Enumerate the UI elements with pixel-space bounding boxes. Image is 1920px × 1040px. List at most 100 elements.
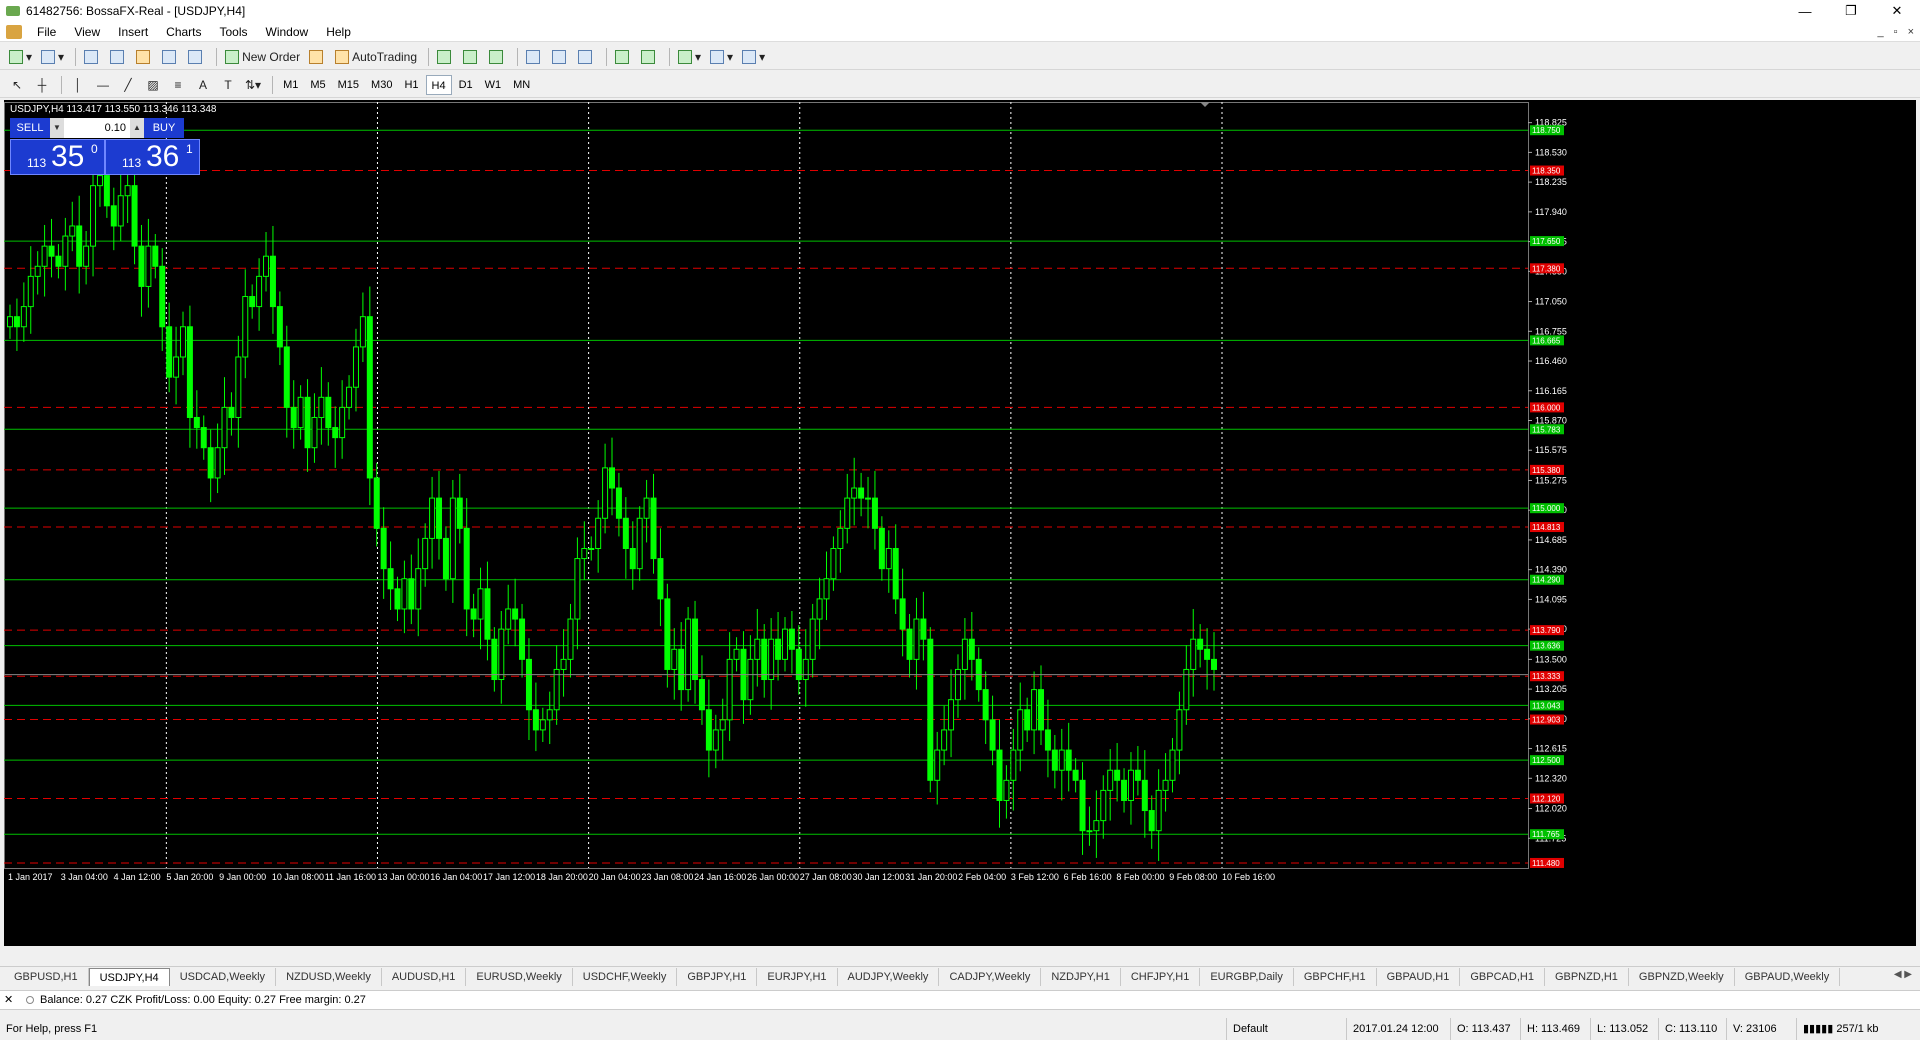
lot-size-input[interactable]: 0.10 [64, 118, 130, 138]
sell-price-box[interactable]: 113 35 0 [10, 139, 105, 175]
maximize-button[interactable]: ❐ [1828, 0, 1874, 22]
minimize-button[interactable]: — [1782, 0, 1828, 22]
chart-tab[interactable]: GBPNZD,H1 [1545, 968, 1629, 986]
equidistant-channel-button[interactable]: ▨ [142, 74, 164, 96]
menu-window[interactable]: Window [257, 22, 318, 42]
mdi-restore-icon[interactable]: ▫ [1894, 22, 1898, 42]
chart-tab[interactable]: USDCHF,Weekly [573, 968, 678, 986]
buy-button[interactable]: BUY [144, 118, 184, 138]
tab-scroll-arrows-icon[interactable]: ◀ ▶ [1894, 969, 1912, 980]
candle [1121, 779, 1128, 801]
menu-charts[interactable]: Charts [157, 22, 210, 42]
timeframe-h4[interactable]: H4 [425, 74, 452, 95]
y-tick-label: 114.095 [1535, 594, 1567, 604]
tile-windows-button[interactable] [575, 46, 598, 68]
strategy-tester-button[interactable] [185, 46, 208, 68]
indicators-button[interactable]: ▾ [675, 46, 704, 68]
text-label-button[interactable]: T [217, 74, 239, 96]
chart-tab[interactable]: GBPCAD,H1 [1460, 968, 1545, 986]
timeframe-d1[interactable]: D1 [454, 75, 478, 95]
chart-tab[interactable]: GBPUSD,H1 [4, 968, 89, 986]
chart-tab[interactable]: AUDUSD,H1 [382, 968, 467, 986]
timeframe-w1[interactable]: W1 [480, 75, 507, 95]
chart-tab[interactable]: CHFJPY,H1 [1121, 968, 1201, 986]
autoscroll-button[interactable] [612, 46, 635, 68]
terminal-button[interactable] [159, 46, 182, 68]
lot-increase-button[interactable]: ▲ [130, 118, 144, 138]
zoom-in-button[interactable] [523, 46, 546, 68]
data-window-button[interactable] [107, 46, 130, 68]
buy-price-box[interactable]: 113 36 1 [105, 139, 200, 175]
candle [1148, 810, 1155, 832]
profiles-button[interactable]: ▾ [38, 46, 67, 68]
chart-tab[interactable]: NZDUSD,Weekly [276, 968, 382, 986]
crosshair-button[interactable]: ┼ [31, 74, 53, 96]
candlestick-button[interactable] [460, 46, 483, 68]
support-level-label: 113.043 [1532, 701, 1561, 710]
candle [941, 729, 948, 751]
close-button[interactable]: ✕ [1874, 0, 1920, 22]
chart-tab[interactable]: GBPAUD,H1 [1377, 968, 1461, 986]
candle [657, 558, 664, 600]
arrows-button[interactable]: ⇅▾ [242, 74, 264, 96]
mdi-close-icon[interactable]: × [1908, 22, 1914, 42]
y-tick-label: 113.500 [1535, 654, 1567, 664]
chart-tab[interactable]: EURJPY,H1 [757, 968, 838, 986]
text-button[interactable]: A [192, 74, 214, 96]
chart-tab[interactable]: GBPAUD,Weekly [1735, 968, 1841, 986]
candle [1155, 789, 1162, 832]
mdi-minimize-icon[interactable]: _ [1878, 22, 1884, 42]
chart-tab[interactable]: GBPJPY,H1 [677, 968, 758, 986]
price-chart[interactable]: 1 Jan 2017 3 Jan 04:00 4 Jan 12:00 5 Jan 20… [4, 100, 1916, 946]
autotrading-button[interactable]: AutoTrading [332, 46, 420, 68]
chart-tab[interactable]: USDJPY,H4 [88, 968, 170, 986]
new-order-button[interactable]: New Order [222, 46, 303, 68]
status-profile: Default [1226, 1018, 1346, 1040]
autotrading-icon [335, 49, 350, 64]
x-tick-label: 9 Feb 08:00 [1169, 872, 1217, 882]
app-icon [6, 6, 20, 16]
trendline-button[interactable]: ╱ [117, 74, 139, 96]
templates-button[interactable]: ▾ [739, 46, 768, 68]
timeframe-mn[interactable]: MN [508, 75, 535, 95]
fibonacci-button[interactable]: ≡ [167, 74, 189, 96]
chart-tab[interactable]: CADJPY,Weekly [939, 968, 1042, 986]
menu-tools[interactable]: Tools [211, 22, 257, 42]
candle [871, 497, 878, 529]
vertical-line-button[interactable]: │ [67, 74, 89, 96]
menu-help[interactable]: Help [317, 22, 360, 42]
candle [311, 416, 318, 449]
chart-shift-button[interactable] [638, 46, 661, 68]
chart-tab[interactable]: AUDJPY,Weekly [838, 968, 940, 986]
market-watch-button[interactable] [81, 46, 104, 68]
timeframe-m5[interactable]: M5 [305, 75, 330, 95]
bar-chart-button[interactable] [434, 46, 457, 68]
chart-tab[interactable]: USDCAD,Weekly [170, 968, 277, 986]
timeframe-h1[interactable]: H1 [399, 75, 423, 95]
horizontal-line-button[interactable]: — [92, 74, 114, 96]
lot-decrease-button[interactable]: ▼ [50, 118, 64, 138]
menu-file[interactable]: File [28, 22, 65, 42]
chart-tab[interactable]: NZDJPY,H1 [1041, 968, 1121, 986]
zoom-out-button[interactable] [549, 46, 572, 68]
new-chart-button[interactable]: ▾ [6, 46, 35, 68]
menu-view[interactable]: View [65, 22, 109, 42]
timeframe-m30[interactable]: M30 [366, 75, 397, 95]
terminal-close-icon[interactable]: ✕ [4, 993, 13, 1006]
line-chart-button[interactable] [486, 46, 509, 68]
chart-tab[interactable]: GBPNZD,Weekly [1629, 968, 1735, 986]
metaeditor-button[interactable] [306, 46, 329, 68]
navigator-button[interactable] [133, 46, 156, 68]
cursor-button[interactable]: ↖ [6, 74, 28, 96]
line-studies-toolbar: ↖ ┼ │ — ╱ ▨ ≡ A T ⇅▾ M1 M5 M15 M30 H1 H4… [0, 72, 1920, 98]
timeframe-m15[interactable]: M15 [333, 75, 364, 95]
menu-insert[interactable]: Insert [109, 22, 157, 42]
chart-canvas[interactable]: 1 Jan 2017 3 Jan 04:00 4 Jan 12:00 5 Jan 20… [4, 100, 1916, 946]
chart-tab[interactable]: EURUSD,Weekly [466, 968, 573, 986]
periods-button[interactable]: ▾ [707, 46, 736, 68]
sell-button[interactable]: SELL [10, 118, 50, 138]
chart-tab[interactable]: EURGBP,Daily [1200, 968, 1294, 986]
timeframe-m1[interactable]: M1 [278, 75, 303, 95]
candle [588, 547, 595, 550]
chart-tab[interactable]: GBPCHF,H1 [1294, 968, 1377, 986]
